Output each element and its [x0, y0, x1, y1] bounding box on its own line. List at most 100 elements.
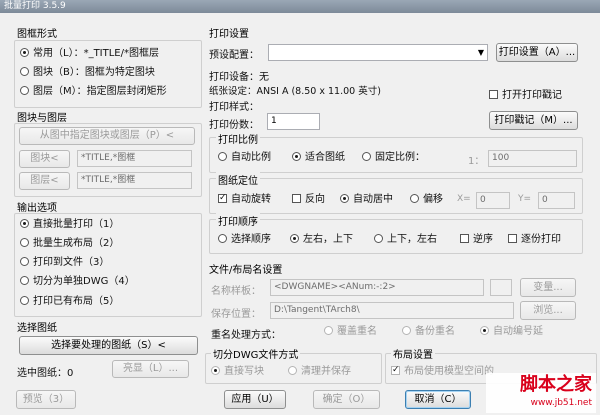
offset-x-input[interactable]: 0: [476, 192, 510, 209]
frame-form-layer-radio[interactable]: 图层（M）：指定图层封闭矩形: [20, 86, 167, 98]
open-print-stamp-checkbox[interactable]: 打开打印戳记: [489, 90, 562, 102]
print-stamp-button[interactable]: 打印戳记（M）...: [489, 111, 578, 130]
checkbox-icon: [292, 194, 301, 203]
checkbox-icon: [391, 364, 400, 376]
auto-rotate-checkbox[interactable]: 自动旋转: [218, 192, 271, 206]
layout-use-model-space-checkbox[interactable]: 布局使用模型空间的: [391, 364, 494, 378]
left-right-order-radio[interactable]: 左右，上下: [290, 234, 353, 246]
direct-write-block-radio[interactable]: 直接写块: [211, 366, 264, 378]
output-split-dwg-radio[interactable]: 切分为单独DWG（4）: [20, 276, 135, 288]
select-drawings-button[interactable]: 选择要处理的图纸（S）<: [19, 336, 198, 355]
variables-button[interactable]: 变量...: [520, 278, 576, 297]
checkbox-icon: [508, 234, 517, 243]
backup-duplicate-radio[interactable]: 备份重名: [402, 326, 455, 338]
print-device-label: 打印设备：无: [209, 72, 269, 83]
radio-dot-icon: [20, 238, 29, 247]
window-title: 批量打印 3.5.9: [0, 0, 600, 13]
watermark: 脚本之家 www.jb51.net: [486, 373, 596, 413]
radio-dot-icon: [288, 366, 297, 375]
save-location-input[interactable]: D:\Tangent\TArch8\: [270, 302, 514, 319]
block-name-input[interactable]: *TITLE,*图框: [77, 150, 192, 167]
auto-scale-radio[interactable]: 自动比例: [218, 152, 271, 164]
name-template-label: 名称样板：: [211, 286, 261, 297]
print-settings-button[interactable]: 打印设置（A）...: [496, 43, 578, 62]
radio-dot-icon: [218, 152, 227, 161]
offset-y-input[interactable]: 0: [538, 192, 575, 209]
block-button[interactable]: 图块<: [19, 150, 70, 168]
radio-dot-icon: [410, 194, 419, 203]
duplicate-handling-label: 重名处理方式：: [211, 330, 281, 341]
browse-button[interactable]: 浏览...: [520, 301, 576, 320]
fixed-scale-radio[interactable]: 固定比例：: [362, 152, 425, 164]
scale-ratio-input[interactable]: 100: [488, 150, 577, 167]
batch-print-dialog: 批量打印 3.5.9 图框形式 常用（L）：*_TITLE/*图框层 图块（B）…: [0, 0, 600, 415]
radio-dot-icon: [402, 326, 411, 335]
output-print-to-file-radio[interactable]: 打印到文件（3）: [20, 257, 109, 269]
radio-dot-icon: [292, 152, 301, 161]
apply-button[interactable]: 应用（U）: [224, 390, 286, 409]
print-order-title: 打印顺序: [216, 213, 260, 228]
radio-dot-icon: [20, 296, 29, 305]
radio-dot-icon: [211, 366, 220, 375]
output-generate-layout-radio[interactable]: 批量生成布局（2）: [20, 238, 119, 250]
preview-button[interactable]: 预览（3）: [16, 390, 76, 409]
radio-dot-icon: [362, 152, 371, 161]
radio-dot-icon: [20, 276, 29, 285]
auto-center-radio[interactable]: 自动居中: [340, 194, 393, 206]
radio-dot-icon: [290, 234, 299, 243]
ok-button[interactable]: 确定（O）: [313, 390, 380, 409]
copies-label: 打印份数：: [209, 120, 259, 131]
scale-ratio-prefix: 1：: [468, 156, 485, 167]
layer-name-input[interactable]: *TITLE,*图框: [77, 172, 192, 189]
radio-dot-icon: [374, 234, 383, 243]
file-naming-title: 文件/布局名设置: [209, 265, 283, 276]
auto-number-duplicate-radio[interactable]: 自动编号延: [480, 326, 543, 338]
selected-count-label: 选中图纸：0: [17, 368, 74, 379]
layout-settings-title: 布局设置: [391, 346, 435, 361]
radio-dot-icon: [480, 326, 489, 335]
checkbox-icon: [489, 90, 498, 99]
highlight-button[interactable]: 亮显（L）...: [112, 360, 189, 378]
preset-label: 预设配置：: [209, 50, 259, 61]
offset-y-label: Y=: [518, 194, 532, 204]
split-dwg-title: 切分DWG文件方式: [211, 346, 301, 361]
fit-paper-radio[interactable]: 适合图纸: [292, 152, 345, 164]
chevron-down-icon: ▼: [477, 48, 484, 57]
offset-radio[interactable]: 偏移: [410, 194, 443, 206]
layer-button[interactable]: 图层<: [19, 172, 70, 190]
watermark-url: www.jb51.net: [530, 398, 592, 408]
overwrite-duplicate-radio[interactable]: 覆盖重名: [324, 326, 377, 338]
output-print-existing-layout-radio[interactable]: 打印已有布局（5）: [20, 296, 119, 308]
name-template-extra-input[interactable]: [490, 279, 512, 296]
radio-dot-icon: [324, 326, 333, 335]
print-scale-title: 打印比例: [216, 131, 260, 146]
radio-dot-icon: [340, 194, 349, 203]
preset-select[interactable]: ▼: [268, 44, 488, 61]
output-direct-print-radio[interactable]: 直接批量打印（1）: [20, 219, 119, 231]
reverse-rotate-checkbox[interactable]: 反向: [292, 194, 325, 206]
cancel-button[interactable]: 取消（C）: [405, 390, 471, 409]
print-settings-title: 打印设置: [209, 29, 249, 40]
block-layer-title: 图块与图层: [17, 113, 67, 124]
top-bottom-order-radio[interactable]: 上下，左右: [374, 234, 437, 246]
frame-form-common-radio[interactable]: 常用（L）：*_TITLE/*图框层: [20, 48, 159, 60]
select-drawings-title: 选择图纸: [17, 323, 57, 334]
clean-and-save-radio[interactable]: 清理并保存: [288, 366, 351, 378]
copy-by-copy-checkbox[interactable]: 逐份打印: [508, 234, 561, 246]
radio-dot-icon: [20, 67, 29, 76]
print-style-label: 打印样式：: [209, 102, 259, 113]
save-location-label: 保存位置：: [211, 309, 261, 320]
radio-dot-icon: [218, 234, 227, 243]
paper-position-title: 图纸定位: [216, 172, 260, 187]
copies-input[interactable]: 1: [267, 113, 320, 130]
paper-setting-label: 纸张设定：ANSI A (8.50 x 11.00 英寸): [209, 86, 381, 97]
checkbox-icon: [460, 234, 469, 243]
reverse-order-checkbox[interactable]: 逆序: [460, 234, 493, 246]
name-template-input[interactable]: <DWGNAME><ANum:-:2>: [270, 279, 484, 296]
select-order-radio[interactable]: 选择顺序: [218, 234, 271, 246]
frame-form-block-radio[interactable]: 图块（B）：图框为特定图块: [20, 67, 155, 79]
frame-form-title: 图框形式: [17, 29, 57, 40]
radio-dot-icon: [20, 257, 29, 266]
radio-dot-icon: [20, 48, 29, 57]
pick-block-layer-button[interactable]: 从图中指定图块或图层（P）<: [19, 127, 195, 145]
